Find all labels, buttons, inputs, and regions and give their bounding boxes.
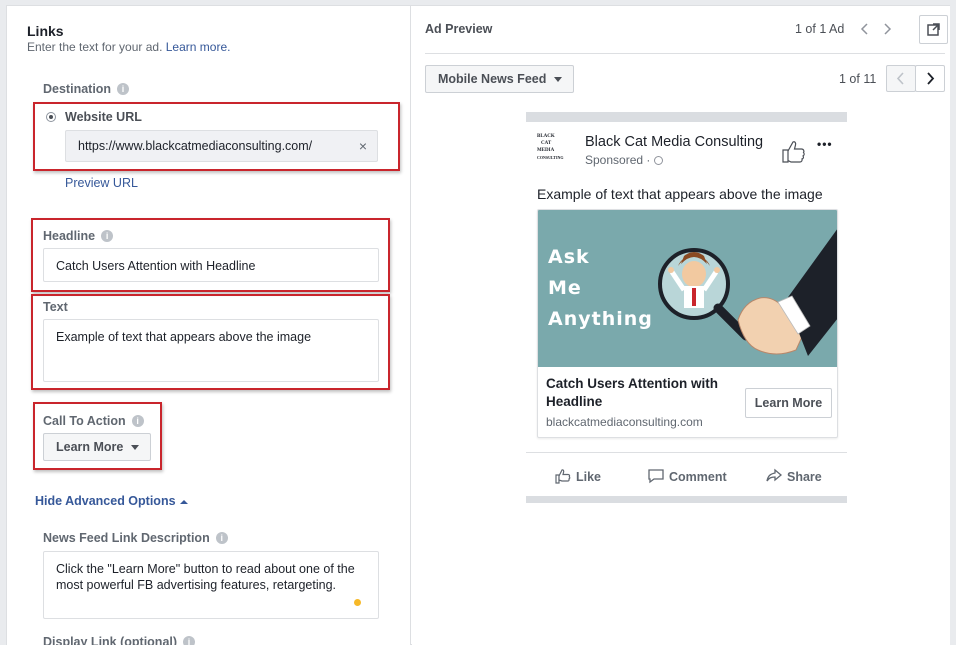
- cta-dropdown[interactable]: Learn More: [43, 433, 151, 461]
- card-learn-more-button[interactable]: Learn More: [745, 388, 832, 418]
- ad-count: 1 of 1 Ad: [795, 22, 845, 36]
- info-icon[interactable]: i: [215, 532, 228, 544]
- learn-more-link[interactable]: Learn more.: [166, 40, 231, 54]
- news-feed-desc-label-text: News Feed Link Description: [43, 531, 210, 545]
- website-url-radio[interactable]: [46, 112, 56, 122]
- image-text-line: Ask: [548, 246, 590, 268]
- logo-text-line: CONSULTING: [537, 155, 564, 160]
- card-headline: Catch Users Attention with Headline: [546, 376, 719, 409]
- headline-label: Headline i: [43, 229, 114, 243]
- share-icon: [766, 468, 783, 482]
- website-url-input[interactable]: https://www.blackcatmediaconsulting.com/…: [65, 130, 378, 162]
- info-icon[interactable]: i: [183, 636, 196, 645]
- open-external-button[interactable]: [919, 15, 948, 44]
- like-action[interactable]: Like: [554, 468, 601, 484]
- external-link-icon: [927, 23, 940, 36]
- sponsored-line: Sponsored ·: [585, 153, 663, 167]
- link-card[interactable]: Ask Me Anything Catch Users Attention wi…: [537, 209, 838, 438]
- news-feed-desc-value: Click the "Learn More" button to read ab…: [56, 562, 355, 592]
- chevron-left-icon[interactable]: [860, 23, 870, 35]
- logo-text-line: MEDIA: [537, 148, 555, 153]
- preview-top-bar: [526, 112, 847, 122]
- ad-image: Ask Me Anything: [538, 210, 837, 367]
- info-icon[interactable]: i: [101, 230, 114, 242]
- next-preview-button[interactable]: [915, 65, 945, 92]
- hide-advanced-label: Hide Advanced Options: [35, 494, 176, 508]
- cta-dropdown-value: Learn More: [56, 440, 124, 454]
- info-icon[interactable]: i: [117, 83, 130, 95]
- ad-preview-panel: Ad Preview 1 of 1 Ad Mobile News Feed 1 …: [412, 6, 950, 645]
- post-text: Example of text that appears above the i…: [537, 186, 823, 202]
- globe-icon: [653, 156, 663, 165]
- text-input[interactable]: Example of text that appears above the i…: [43, 319, 379, 382]
- display-link-label-text: Display Link (optional): [43, 635, 178, 645]
- chevron-up-icon: [179, 499, 188, 504]
- preview-url-link[interactable]: Preview URL: [65, 176, 138, 190]
- subtitle-text: Enter the text for your ad.: [27, 40, 163, 54]
- chevron-down-icon: [554, 77, 563, 83]
- divider: [425, 53, 945, 54]
- cta-label: Call To Action i: [43, 414, 144, 428]
- image-text-line: Anything: [548, 308, 653, 330]
- image-text-line: Me: [548, 277, 582, 299]
- links-subtitle: Enter the text for your ad. Learn more.: [27, 40, 230, 54]
- cta-label-text: Call To Action: [43, 414, 126, 428]
- logo-text-line: CAT: [541, 141, 552, 146]
- page-logo[interactable]: BLACK CAT MEDIA CONSULTING: [537, 133, 571, 167]
- links-panel: Links Enter the text for your ad. Learn …: [7, 6, 411, 645]
- comment-icon: [648, 469, 664, 484]
- share-action[interactable]: Share: [765, 468, 822, 484]
- clear-icon[interactable]: ×: [359, 131, 367, 161]
- text-label: Text: [43, 300, 68, 314]
- magnifier-illustration: [658, 229, 837, 356]
- share-label: Share: [787, 470, 822, 484]
- destination-label: Destination i: [43, 82, 130, 96]
- comment-label: Comment: [669, 470, 727, 484]
- headline-input[interactable]: Catch Users Attention with Headline: [43, 248, 379, 282]
- preview-bottom-bar: [526, 496, 847, 503]
- prev-preview-button[interactable]: [886, 65, 916, 92]
- ad-preview-title: Ad Preview: [425, 22, 493, 36]
- hide-advanced-toggle[interactable]: Hide Advanced Options: [35, 494, 188, 508]
- chevron-right-icon[interactable]: [882, 23, 892, 35]
- more-options-icon[interactable]: •••: [817, 137, 833, 151]
- news-feed-desc-input[interactable]: Click the "Learn More" button to read ab…: [43, 551, 379, 619]
- comment-action[interactable]: Comment: [647, 468, 727, 484]
- headline-label-text: Headline: [43, 229, 96, 243]
- logo-text-line: BLACK: [537, 134, 555, 139]
- placement-value: Mobile News Feed: [438, 72, 547, 86]
- chevron-down-icon: [131, 445, 140, 451]
- card-domain: blackcatmediaconsulting.com: [546, 415, 703, 429]
- destination-label-text: Destination: [43, 82, 112, 96]
- sponsored-label: Sponsored: [585, 153, 644, 167]
- news-feed-desc-label: News Feed Link Description i: [43, 531, 228, 545]
- display-link-label: Display Link (optional) i: [43, 635, 196, 645]
- website-url-label: Website URL: [65, 110, 142, 124]
- like-label: Like: [576, 470, 602, 484]
- placement-dropdown[interactable]: Mobile News Feed: [425, 65, 574, 93]
- links-title: Links: [27, 23, 64, 39]
- divider: [526, 452, 847, 453]
- page-count: 1 of 11: [839, 72, 877, 86]
- chevron-left-icon: [896, 72, 904, 85]
- status-dot: [354, 599, 361, 606]
- like-icon: [555, 469, 571, 484]
- thumbs-up-icon[interactable]: [780, 138, 808, 164]
- page-name[interactable]: Black Cat Media Consulting: [585, 134, 763, 150]
- chevron-right-icon: [927, 72, 935, 85]
- ad-editor-frame: Links Enter the text for your ad. Learn …: [6, 5, 950, 645]
- info-icon[interactable]: i: [131, 415, 144, 427]
- website-url-value: https://www.blackcatmediaconsulting.com/: [78, 139, 313, 153]
